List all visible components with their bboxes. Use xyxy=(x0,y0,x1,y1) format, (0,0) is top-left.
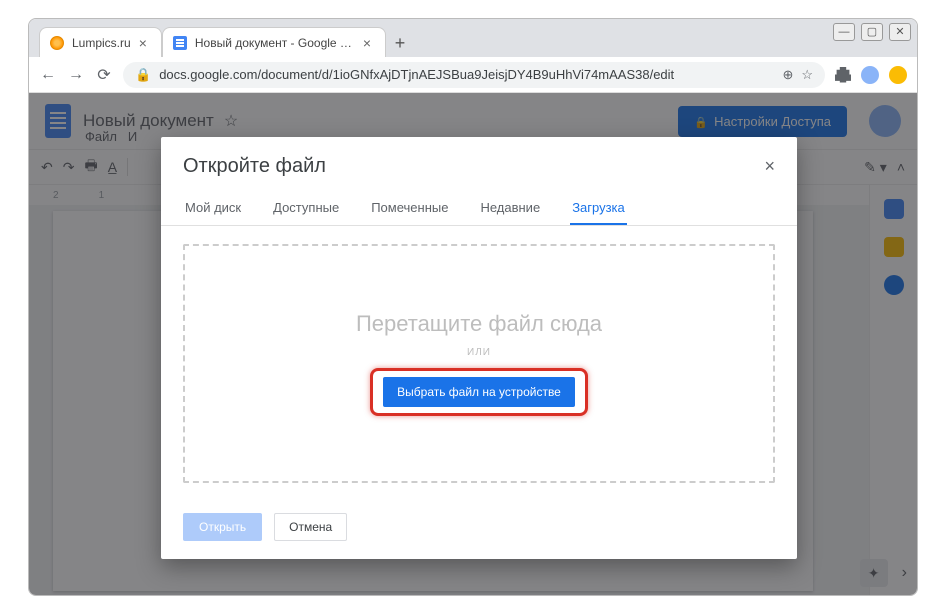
select-file-button[interactable]: Выбрать файл на устройстве xyxy=(383,377,575,407)
browser-tab-lumpics[interactable]: Lumpics.ru × xyxy=(39,27,162,57)
new-tab-button[interactable]: + xyxy=(386,29,414,57)
cancel-button[interactable]: Отмена xyxy=(274,513,347,541)
lock-icon: 🔒 xyxy=(135,67,151,83)
url-text: docs.google.com/document/d/1ioGNfxAjDTjn… xyxy=(159,67,674,82)
window-minimize-button[interactable]: — xyxy=(833,23,855,41)
dialog-close-button[interactable]: × xyxy=(764,156,775,177)
open-button[interactable]: Открыть xyxy=(183,513,262,541)
extension-orange-icon[interactable] xyxy=(889,66,907,84)
nav-back-button[interactable]: ← xyxy=(39,66,57,84)
tab-label: Новый документ - Google Доку xyxy=(195,36,355,50)
highlight-annotation: Выбрать файл на устройстве xyxy=(370,368,588,416)
window-close-button[interactable]: ✕ xyxy=(889,23,911,41)
dialog-title: Откройте файл xyxy=(183,155,326,178)
tab-strip: Lumpics.ru × Новый документ - Google Док… xyxy=(29,19,917,57)
window-controls: — ▢ ✕ xyxy=(833,23,911,41)
file-dropzone[interactable]: Перетащите файл сюда ИЛИ Выбрать файл на… xyxy=(183,244,775,483)
tab-close-icon[interactable]: × xyxy=(139,35,147,51)
tab-recent[interactable]: Недавние xyxy=(478,192,542,225)
search-in-page-icon[interactable]: ⊕ xyxy=(782,67,793,83)
dialog-tabs: Мой диск Доступные Помеченные Недавние З… xyxy=(161,186,797,226)
browser-window: — ▢ ✕ Lumpics.ru × Новый документ - Goog… xyxy=(28,18,918,596)
extensions-icon[interactable] xyxy=(835,67,851,83)
tab-close-icon[interactable]: × xyxy=(363,35,371,51)
docs-favicon-icon xyxy=(173,36,187,50)
tab-starred[interactable]: Помеченные xyxy=(369,192,450,225)
nav-reload-button[interactable]: ⟳ xyxy=(95,66,113,84)
addr-right-group xyxy=(835,66,907,84)
dropzone-text: Перетащите файл сюда xyxy=(356,311,602,337)
docs-app: Новый документ ☆ Настройки Доступа Файл … xyxy=(29,93,917,595)
nav-forward-button[interactable]: → xyxy=(67,66,85,84)
dialog-footer: Открыть Отмена xyxy=(161,501,797,559)
bookmark-star-icon[interactable]: ☆ xyxy=(801,67,813,83)
dialog-header: Откройте файл × xyxy=(161,137,797,186)
browser-tab-docs[interactable]: Новый документ - Google Доку × xyxy=(162,27,386,57)
profile-icon[interactable] xyxy=(861,66,879,84)
url-field[interactable]: 🔒 docs.google.com/document/d/1ioGNfxAjDT… xyxy=(123,62,825,88)
dropzone-or-text: ИЛИ xyxy=(467,347,491,358)
tab-upload[interactable]: Загрузка xyxy=(570,192,627,225)
tab-shared[interactable]: Доступные xyxy=(271,192,341,225)
tab-label: Lumpics.ru xyxy=(72,36,131,50)
open-file-dialog: Откройте файл × Мой диск Доступные Помеч… xyxy=(161,137,797,559)
lumpics-favicon-icon xyxy=(50,36,64,50)
dropzone-container: Перетащите файл сюда ИЛИ Выбрать файл на… xyxy=(161,226,797,501)
window-maximize-button[interactable]: ▢ xyxy=(861,23,883,41)
address-bar: ← → ⟳ 🔒 docs.google.com/document/d/1ioGN… xyxy=(29,57,917,93)
tab-my-drive[interactable]: Мой диск xyxy=(183,192,243,225)
